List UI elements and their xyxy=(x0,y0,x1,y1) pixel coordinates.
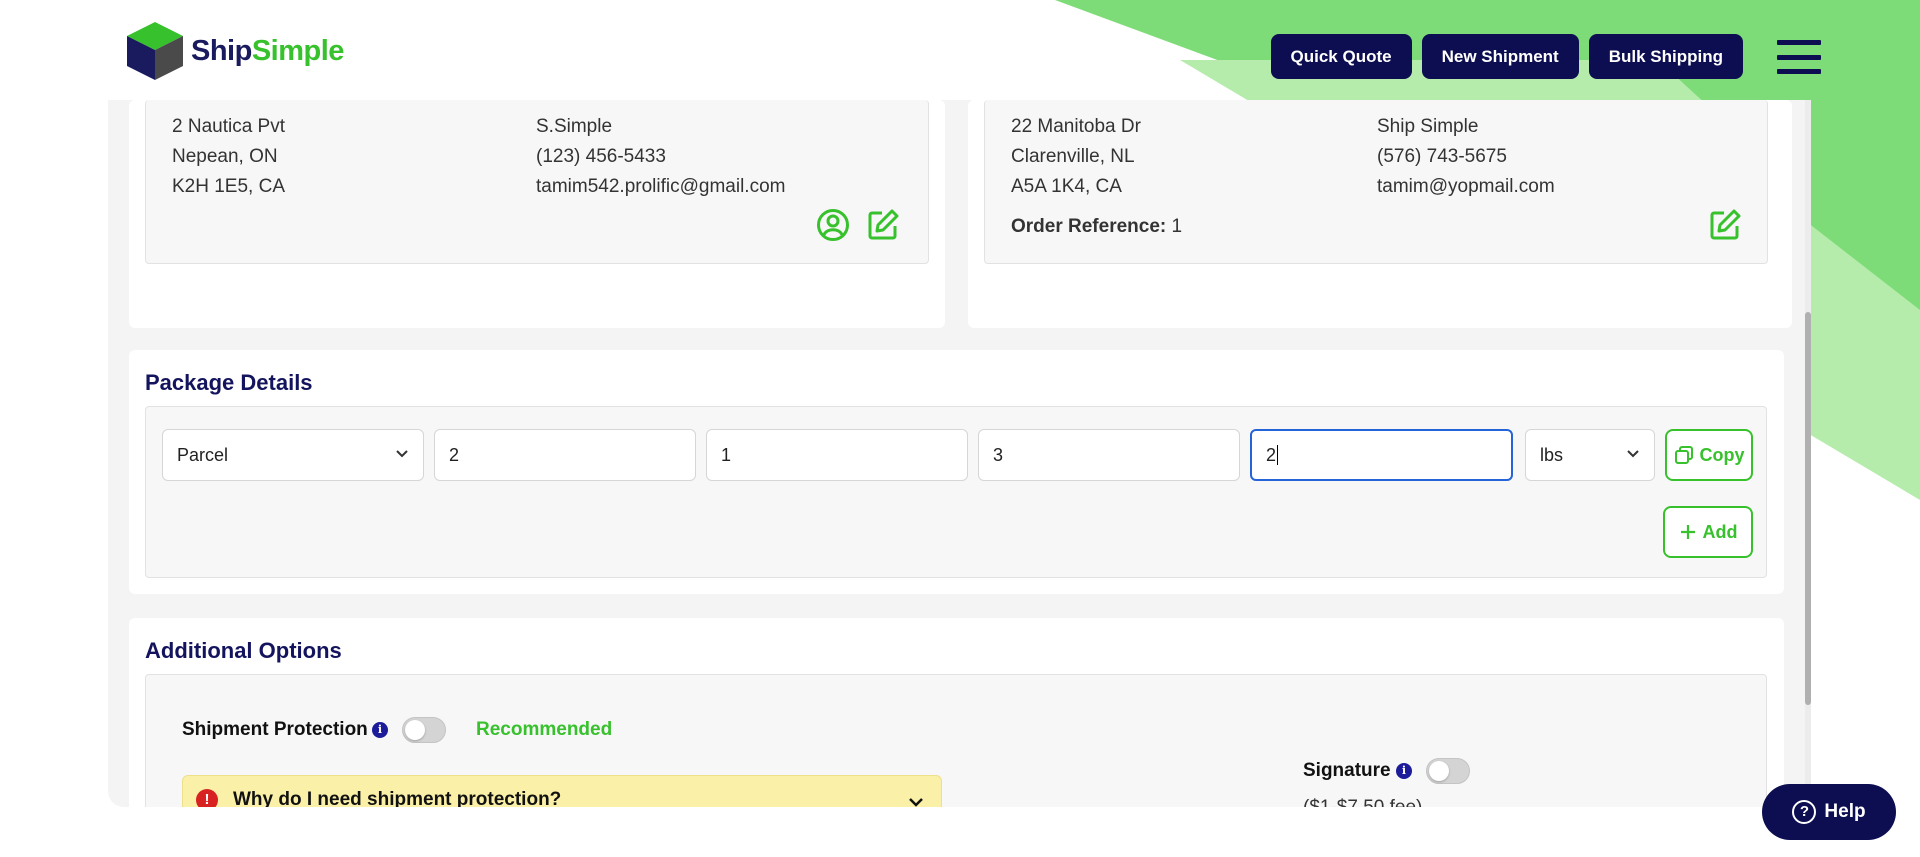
receiver-address-line3: A5A 1K4, CA xyxy=(1011,176,1122,197)
receiver-email: tamim@yopmail.com xyxy=(1377,176,1555,197)
help-label: Help xyxy=(1824,801,1866,822)
receiver-address-line1: 22 Manitoba Dr xyxy=(1011,116,1141,137)
chevron-down-icon xyxy=(1627,450,1639,458)
protection-question: Why do I need shipment protection? xyxy=(233,789,562,807)
shipsimple-logo[interactable]: ShipSimple xyxy=(125,20,344,82)
sender-email: tamim542.prolific@gmail.com xyxy=(536,176,786,197)
hamburger-icon[interactable] xyxy=(1777,40,1821,74)
receiver-address-box: 22 Manitoba Dr Clarenville, NL A5A 1K4, … xyxy=(984,100,1768,264)
order-reference-label: Order Reference: xyxy=(1011,216,1167,237)
receiver-card: 22 Manitoba Dr Clarenville, NL A5A 1K4, … xyxy=(968,100,1792,328)
sender-contact: S.Simple (123) 456-5433 tamim542.prolifi… xyxy=(536,112,785,202)
logo-text: ShipSimple xyxy=(191,34,344,67)
scrollbar-thumb[interactable] xyxy=(1805,312,1811,705)
receiver-address-line2: Clarenville, NL xyxy=(1011,146,1135,167)
chevron-down-icon xyxy=(396,450,408,458)
weight-input[interactable]: 2 xyxy=(1250,429,1513,481)
receiver-address: 22 Manitoba Dr Clarenville, NL A5A 1K4, … xyxy=(1011,112,1141,202)
sender-address-line1: 2 Nautica Pvt xyxy=(172,116,285,137)
top-header: ShipSimple Quick Quote New Shipment Bulk… xyxy=(0,0,1920,100)
weight-unit-value: lbs xyxy=(1540,444,1564,465)
info-icon[interactable]: i xyxy=(1396,763,1412,779)
additional-options-title: Additional Options xyxy=(145,638,342,663)
bulk-shipping-button[interactable]: Bulk Shipping xyxy=(1588,34,1743,79)
receiver-contact-name: Ship Simple xyxy=(1377,116,1479,137)
signature-label: Signature xyxy=(1303,760,1391,781)
user-circle-icon[interactable] xyxy=(816,208,850,242)
order-reference: Order Reference: 1 xyxy=(1011,212,1182,242)
protection-info-accordion[interactable]: ! Why do I need shipment protection? xyxy=(182,775,942,807)
shipment-protection-label: Shipment Protection xyxy=(182,719,368,740)
chevron-down-icon xyxy=(909,798,923,807)
package-type-select[interactable]: Parcel xyxy=(162,429,424,481)
additional-options-card: Additional Options Shipment Protection i… xyxy=(129,618,1784,807)
copy-icon xyxy=(1674,446,1693,464)
package-row-box: Parcel 2 1 3 2 lbs Copy Add xyxy=(145,406,1767,578)
help-button[interactable]: ? Help xyxy=(1762,784,1896,840)
sender-address-line3: K2H 1E5, CA xyxy=(172,176,285,197)
header-actions: Quick Quote New Shipment Bulk Shipping xyxy=(1270,34,1743,79)
height-input[interactable]: 3 xyxy=(978,429,1240,481)
cube-logo-icon xyxy=(127,22,183,80)
question-circle-icon: ? xyxy=(1792,800,1817,824)
edit-icon[interactable] xyxy=(866,208,900,242)
width-input[interactable]: 1 xyxy=(706,429,968,481)
sender-address-box: 2 Nautica Pvt Nepean, ON K2H 1E5, CA S.S… xyxy=(145,100,929,264)
shipment-form-panel: 2 Nautica Pvt Nepean, ON K2H 1E5, CA S.S… xyxy=(108,100,1811,807)
sender-address: 2 Nautica Pvt Nepean, ON K2H 1E5, CA xyxy=(172,112,285,202)
weight-unit-select[interactable]: lbs xyxy=(1525,429,1655,481)
recommended-label: Recommended xyxy=(476,719,613,740)
package-details-title: Package Details xyxy=(145,370,313,395)
sender-card: 2 Nautica Pvt Nepean, ON K2H 1E5, CA S.S… xyxy=(129,100,945,328)
info-icon[interactable]: i xyxy=(372,722,388,738)
package-details-card: Package Details Parcel 2 1 3 2 lbs Copy xyxy=(129,350,1784,594)
sender-address-line2: Nepean, ON xyxy=(172,146,278,167)
new-shipment-button[interactable]: New Shipment xyxy=(1421,34,1579,79)
sender-phone: (123) 456-5433 xyxy=(536,146,666,167)
plus-icon xyxy=(1680,525,1695,539)
additional-options-box: Shipment Protection i Recommended ! Why … xyxy=(145,674,1767,807)
receiver-phone: (576) 743-5675 xyxy=(1377,146,1507,167)
signature-fee: ($1-$7.50 fee) xyxy=(1303,797,1422,807)
page-scrollbar[interactable] xyxy=(1805,100,1811,807)
shipment-protection-toggle[interactable] xyxy=(402,717,446,743)
edit-icon[interactable] xyxy=(1708,208,1742,242)
copy-button[interactable]: Copy xyxy=(1665,429,1753,481)
alert-icon: ! xyxy=(196,789,218,807)
add-package-button[interactable]: Add xyxy=(1663,506,1753,558)
signature-toggle[interactable] xyxy=(1426,758,1470,784)
length-input[interactable]: 2 xyxy=(434,429,696,481)
package-type-value: Parcel xyxy=(177,444,229,465)
quick-quote-button[interactable]: Quick Quote xyxy=(1270,34,1412,79)
sender-contact-name: S.Simple xyxy=(536,116,613,137)
order-reference-value: 1 xyxy=(1171,216,1183,237)
receiver-contact: Ship Simple (576) 743-5675 tamim@yopmail… xyxy=(1377,112,1555,202)
